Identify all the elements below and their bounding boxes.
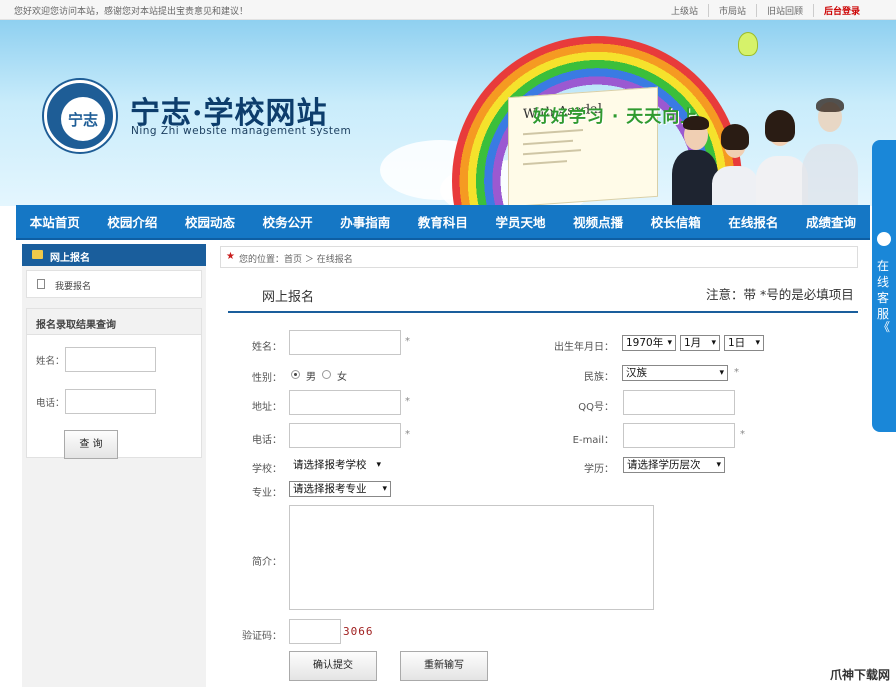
intro-textarea[interactable] (289, 505, 654, 610)
form-title: 网上报名 (262, 290, 315, 305)
nav-home[interactable]: 本站首页 (30, 212, 80, 231)
ethnic-label: 民族： (584, 372, 614, 383)
school-label: 学校： (252, 464, 282, 475)
gender-male-label: 男 (306, 372, 316, 383)
education-label: 学历： (584, 464, 614, 475)
required-note: 注意：带 *号的是必填项目 (706, 287, 854, 302)
left-sidebar: 网上报名 我要报名 报名录取结果查询 姓名： 电话： 查 询 (22, 244, 206, 687)
watermark: 爪神下载网 (829, 668, 890, 682)
query-name-input[interactable] (65, 347, 156, 372)
address-label: 地址： (252, 402, 282, 413)
nav-campus-intro[interactable]: 校园介绍 (107, 212, 157, 231)
breadcrumb: ★ 您的位置：首页 ＞ 在线报名 (220, 246, 858, 268)
nav-subjects[interactable]: 教育科目 (418, 212, 468, 231)
submit-button[interactable]: 确认提交 (289, 651, 377, 681)
birth-label: 出生年月日： (554, 342, 614, 353)
chat-icon (877, 232, 891, 246)
online-service-label: 在线客服 (877, 259, 890, 321)
email-label: E-mail： (572, 435, 614, 446)
nav-school-affairs[interactable]: 校务公开 (263, 212, 313, 231)
title-divider (228, 311, 858, 313)
result-query-panel: 报名录取结果查询 姓名： 电话： 查 询 (26, 308, 202, 459)
header-banner: 宁志 宁志·学校网站 Ning Zhi website management s… (0, 20, 896, 206)
required-mark: * (405, 396, 410, 407)
star-icon: ★ (226, 251, 235, 262)
nav-students[interactable]: 学员天地 (496, 212, 546, 231)
education-select[interactable]: 请选择学历层次 (623, 457, 725, 473)
required-mark: * (405, 336, 410, 347)
school-logo: 宁志 (44, 80, 116, 152)
reset-button[interactable]: 重新输写 (400, 651, 488, 681)
query-panel-title: 报名录取结果查询 (27, 309, 201, 335)
ethnic-select[interactable]: 汉族 (622, 365, 728, 381)
query-name-label: 姓名： (36, 356, 65, 367)
required-mark: * (740, 429, 745, 440)
link-admin-login[interactable]: 后台登录 (812, 4, 870, 17)
name-input[interactable] (289, 330, 401, 355)
intro-label: 简介： (252, 557, 282, 568)
captcha-code: 3066 (343, 625, 374, 638)
lightbulb-icon (738, 32, 758, 56)
school-select[interactable]: 请选择报考学校 (289, 457, 385, 473)
nav-principal-mailbox[interactable]: 校长信箱 (651, 212, 701, 231)
email-input[interactable] (623, 423, 735, 448)
nav-online-registration[interactable]: 在线报名 (728, 212, 778, 231)
gender-label: 性别： (252, 373, 282, 384)
site-subtitle: Ning Zhi website management system (131, 125, 352, 137)
query-phone-input[interactable] (65, 389, 156, 414)
major-select[interactable]: 请选择报考专业 (289, 481, 391, 497)
nav-campus-news[interactable]: 校园动态 (185, 212, 235, 231)
phone-input[interactable] (289, 423, 401, 448)
required-mark: * (405, 429, 410, 440)
qq-input[interactable] (623, 390, 735, 415)
required-mark: * (734, 367, 739, 378)
sidebar-header: 网上报名 (22, 244, 206, 266)
address-input[interactable] (289, 390, 401, 415)
welcome-text: 您好欢迎您访问本站，感谢您对本站提出宝贵意见和建议！ (14, 7, 249, 17)
sidebar-item-register[interactable]: 我要报名 (26, 270, 202, 298)
query-phone-label: 电话： (36, 398, 65, 409)
folder-icon (32, 250, 43, 259)
name-label: 姓名： (252, 342, 282, 353)
link-city-site[interactable]: 市局站 (707, 4, 756, 17)
birth-year-select[interactable]: 1970年 (622, 335, 676, 351)
collapse-chevron-icon: 《 (878, 320, 891, 334)
gender-female-radio[interactable] (322, 370, 331, 379)
link-parent-site[interactable]: 上级站 (661, 4, 708, 17)
major-label: 专业： (252, 488, 282, 499)
birth-month-select[interactable]: 1月 (680, 335, 720, 351)
gender-female-label: 女 (337, 372, 347, 383)
birth-day-select[interactable]: 1日 (724, 335, 764, 351)
online-service-tab[interactable]: 在线客服 《 (872, 140, 896, 432)
phone-label: 电话： (252, 435, 282, 446)
main-nav: 本站首页 校园介绍 校园动态 校务公开 办事指南 教育科目 学员天地 视频点播 … (16, 205, 870, 240)
logo-text: 宁志 (67, 111, 98, 129)
link-old-site[interactable]: 旧站回顾 (755, 4, 813, 17)
banner-slogan: 好好学习 · 天天向上 (533, 107, 699, 127)
qq-label: QQ号： (578, 402, 614, 413)
captcha-input[interactable] (289, 619, 341, 644)
nav-guide[interactable]: 办事指南 (340, 212, 390, 231)
document-icon (37, 279, 45, 289)
captcha-label: 验证码： (242, 631, 282, 642)
top-links: 上级站 市局站 旧站回顾 后台登录 (661, 4, 870, 17)
nav-score-query[interactable]: 成绩查询 (806, 212, 856, 231)
query-button[interactable]: 查 询 (64, 430, 118, 459)
nav-video[interactable]: 视频点播 (573, 212, 623, 231)
top-bar: 您好欢迎您访问本站，感谢您对本站提出宝贵意见和建议！ 上级站 市局站 旧站回顾 … (0, 0, 896, 20)
gender-male-radio[interactable] (291, 370, 300, 379)
